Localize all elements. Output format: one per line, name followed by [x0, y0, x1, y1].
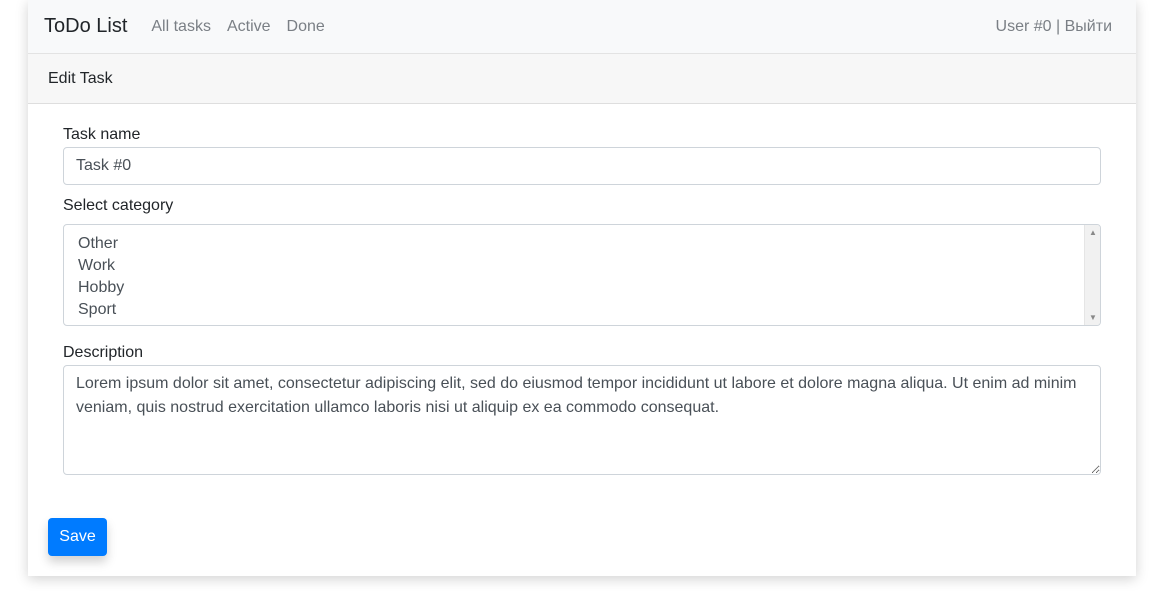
category-option-work[interactable]: Work: [78, 255, 1086, 277]
nav-link-done[interactable]: Done: [287, 18, 325, 36]
app-window: ToDo List All tasks Active Done User #0 …: [28, 0, 1136, 576]
save-button[interactable]: Save: [48, 518, 107, 556]
task-name-input[interactable]: [63, 147, 1101, 185]
task-name-label: Task name: [63, 126, 141, 143]
category-option-sport[interactable]: Sport: [78, 299, 1086, 321]
category-group: Select category Other Work Hobby Sport ▲…: [63, 197, 1101, 326]
brand-link[interactable]: ToDo List: [44, 15, 127, 38]
description-group: Description Lorem ipsum dolor sit amet, …: [63, 344, 1101, 475]
category-select[interactable]: Other Work Hobby Sport ▲ ▼: [63, 224, 1101, 326]
nav-link-active[interactable]: Active: [227, 18, 271, 36]
description-textarea[interactable]: Lorem ipsum dolor sit amet, consectetur …: [63, 365, 1101, 475]
category-option-hobby[interactable]: Hobby: [78, 277, 1086, 299]
scroll-up-icon[interactable]: ▲: [1089, 228, 1097, 237]
nav-link-all-tasks[interactable]: All tasks: [151, 18, 211, 36]
logout-link[interactable]: Выйти: [1065, 18, 1112, 35]
category-scrollbar[interactable]: ▲ ▼: [1084, 225, 1100, 325]
category-label: Select category: [63, 197, 174, 214]
edit-task-form: Task name Select category Other Work Hob…: [28, 104, 1136, 475]
user-area: User #0 | Выйти: [996, 18, 1112, 36]
task-name-group: Task name: [63, 126, 1101, 185]
user-label: User #0: [995, 17, 1052, 35]
category-options: Other Work Hobby Sport: [64, 225, 1100, 325]
user-separator: |: [1051, 17, 1065, 35]
card-title: Edit Task: [48, 69, 113, 87]
category-option-other[interactable]: Other: [78, 233, 1086, 255]
navbar: ToDo List All tasks Active Done User #0 …: [28, 0, 1136, 54]
scroll-down-icon[interactable]: ▼: [1089, 313, 1097, 322]
card-header: Edit Task: [28, 54, 1136, 104]
description-label: Description: [63, 344, 144, 361]
